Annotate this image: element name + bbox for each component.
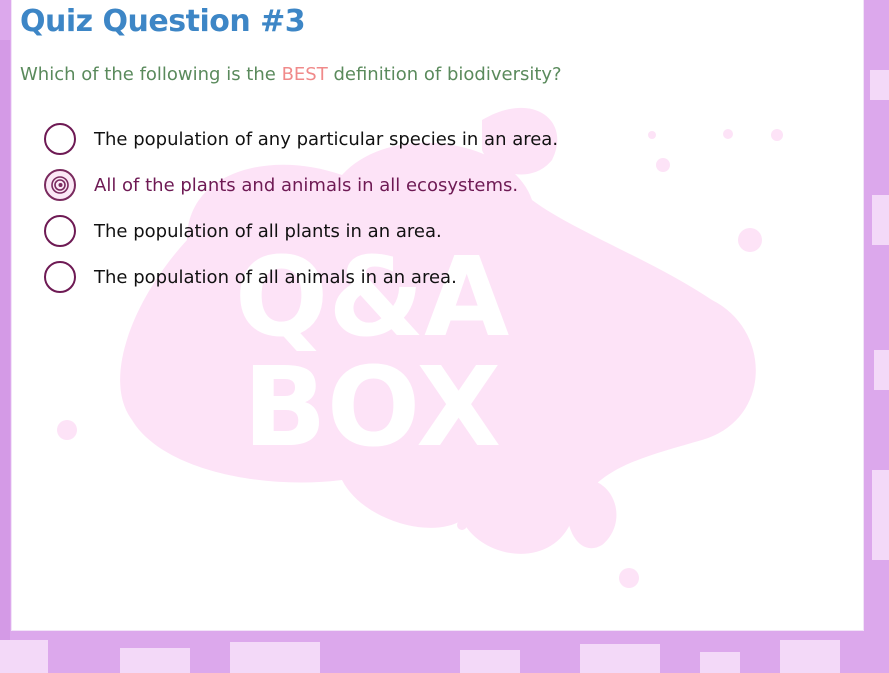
answer-option-3[interactable]: The population of all plants in an area.: [44, 208, 744, 254]
question-suffix: definition of biodiversity?: [327, 64, 562, 85]
quiz-title: Quiz Question #3: [20, 4, 306, 39]
selected-spiral-icon: [51, 176, 69, 194]
radio-button-4[interactable]: [44, 261, 76, 293]
radio-button-1[interactable]: [44, 123, 76, 155]
question-text: Which of the following is the BEST defin…: [20, 64, 562, 85]
answer-options: The population of any particular species…: [44, 116, 744, 300]
question-emphasis: BEST: [281, 64, 328, 85]
radio-button-2-selected[interactable]: [44, 169, 76, 201]
watermark-line-2: BOX: [243, 343, 501, 471]
answer-option-label: All of the plants and animals in all eco…: [94, 174, 519, 196]
question-prefix: Which of the following is the: [20, 64, 282, 85]
answer-option-1[interactable]: The population of any particular species…: [44, 116, 744, 162]
answer-option-2[interactable]: All of the plants and animals in all eco…: [44, 162, 744, 208]
answer-option-label: The population of all plants in an area.: [94, 220, 442, 242]
quiz-card: Q&A BOX Quiz Question #3 Which of the fo…: [12, 0, 863, 630]
answer-option-label: The population of all animals in an area…: [94, 266, 457, 288]
qa-box-watermark: Q&A BOX: [57, 107, 783, 588]
radio-button-3[interactable]: [44, 215, 76, 247]
answer-option-label: The population of any particular species…: [94, 128, 559, 150]
answer-option-4[interactable]: The population of all animals in an area…: [44, 254, 744, 300]
quiz-stage: Q&A BOX Quiz Question #3 Which of the fo…: [0, 0, 889, 673]
